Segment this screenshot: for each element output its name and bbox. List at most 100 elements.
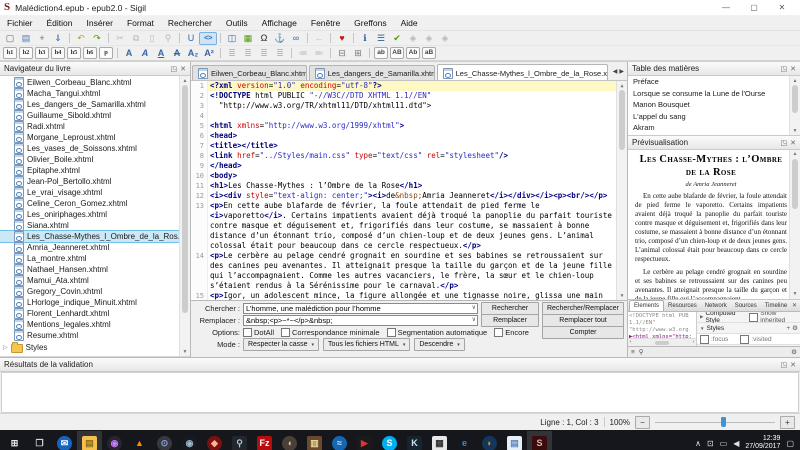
scrollbar-thumb[interactable] xyxy=(792,159,798,209)
combo-dropdown-icon[interactable]: ∨ xyxy=(472,304,476,311)
file-list-scrollbar[interactable]: ▲ ▼ xyxy=(179,76,190,356)
book-file-item[interactable]: Les_Chasse-Mythes_l_Ombre_de_la_Ros... xyxy=(0,231,190,242)
heading-6-button[interactable]: h6 xyxy=(83,47,97,59)
plugin-icon[interactable]: ◈ xyxy=(437,32,453,45)
toolbar-icon[interactable] xyxy=(220,48,221,58)
toolbar-icon[interactable] xyxy=(69,33,70,43)
inspector-close-icon[interactable]: ✕ xyxy=(792,302,800,309)
styles-section[interactable]: ▼ Styles + ⚙ xyxy=(697,323,800,334)
heading-2-button[interactable]: h2 xyxy=(19,47,33,59)
speaker-icon[interactable]: ◀ xyxy=(733,439,739,448)
bold-icon[interactable]: A xyxy=(121,47,137,60)
save-icon[interactable]: ⇓ xyxy=(50,32,66,45)
book-file-item[interactable]: Macha_Tangui.xhtml xyxy=(0,88,190,99)
menu-item[interactable]: Aide xyxy=(394,18,425,28)
book-file-item[interactable]: Mamui_Ata.xhtml xyxy=(0,275,190,286)
skype-icon[interactable]: S xyxy=(377,431,402,450)
toc-entry[interactable]: Manon Bousquet xyxy=(628,99,800,111)
book-file-item[interactable]: Florent_Lenhardt.xhtml xyxy=(0,308,190,319)
inspector-hscrollbar[interactable]: ‹ › xyxy=(628,338,696,346)
replace-input[interactable] xyxy=(243,315,478,326)
menu-item[interactable]: Format xyxy=(120,18,161,28)
start-button[interactable]: ⊞ xyxy=(2,431,27,450)
kindle-icon[interactable]: K xyxy=(402,431,427,450)
editor-scrollbar[interactable]: ▲ ▼ xyxy=(616,81,627,300)
find-input[interactable] xyxy=(243,303,478,314)
styles-gear-icon[interactable]: ⚙ xyxy=(792,324,798,332)
menu-item[interactable]: Rechercher xyxy=(161,18,219,28)
tree-expand-icon[interactable]: ▷ xyxy=(3,344,8,351)
editor-tab[interactable]: Les_Chasse-Mythes_l_Ombre_de_la_Rose.xht… xyxy=(437,64,608,80)
book-file-item[interactable]: Olivier_Boile.xhtml xyxy=(0,154,190,165)
scroll-right-icon[interactable]: › xyxy=(692,339,695,346)
bullet-list-icon[interactable]: ≔ xyxy=(295,47,311,60)
toolbar-icon[interactable] xyxy=(330,48,331,58)
book-view-icon[interactable]: U xyxy=(183,32,199,45)
toc-entry[interactable]: Préface xyxy=(628,76,800,88)
scrollbar-thumb[interactable] xyxy=(619,90,625,150)
donate-icon[interactable]: ♥ xyxy=(334,32,350,45)
align-left-icon[interactable]: ≣ xyxy=(224,47,240,60)
toolbar-icon[interactable] xyxy=(330,33,331,43)
scroll-up-icon[interactable]: ▲ xyxy=(793,76,798,85)
checkbox[interactable] xyxy=(387,328,396,337)
scrollbar-thumb[interactable] xyxy=(182,85,188,313)
book-file-item[interactable]: Guillaume_Sibold.xhtml xyxy=(0,110,190,121)
book-file-item[interactable]: Les_oniriphages.xhtml xyxy=(0,209,190,220)
book-file-item[interactable]: Amria_Jeanneret.xhtml xyxy=(0,242,190,253)
notification-center-icon[interactable]: ▢ xyxy=(786,439,794,448)
styles-folder-row[interactable]: ▷ Styles xyxy=(0,341,190,353)
toolbar-icon[interactable] xyxy=(108,33,109,43)
zoom-slider-thumb[interactable] xyxy=(721,417,726,427)
app-blue-icon[interactable]: ≈ xyxy=(327,431,352,450)
mode-dropdown[interactable]: Respecter la casse ▾ xyxy=(243,338,319,351)
code-editor[interactable]: 1 <?xml version="1.0" encoding="utf-8"?>… xyxy=(191,81,627,300)
scroll-up-icon[interactable]: ▲ xyxy=(793,150,798,159)
toc-editor-icon[interactable]: ☰ xyxy=(373,32,389,45)
spellcheck-icon[interactable]: ✔ xyxy=(389,32,405,45)
checkbox[interactable] xyxy=(281,328,290,337)
capitalize-icon[interactable]: aB xyxy=(422,47,436,59)
calculator-icon[interactable]: ▦ xyxy=(427,431,452,450)
toolbar-icon[interactable] xyxy=(117,48,118,58)
tray-chevron-icon[interactable]: ∧ xyxy=(695,439,701,448)
scrollbar-thumb[interactable] xyxy=(655,341,669,345)
checkbox[interactable] xyxy=(749,313,758,322)
tab-scroll-right-icon[interactable]: ▶ xyxy=(619,68,624,75)
editor-tab[interactable]: Eilwen_Corbeau_Blanc.xhtml ✕ xyxy=(192,65,307,80)
inspector-settings-icon[interactable]: ⚙ xyxy=(791,348,797,356)
toolbar-icon[interactable] xyxy=(369,48,370,58)
book-file-item[interactable]: Nathael_Hansen.xhtml xyxy=(0,264,190,275)
add-style-icon[interactable]: + xyxy=(786,325,790,332)
toolbar-icon[interactable] xyxy=(179,33,180,43)
panel-float-icon[interactable]: ◳ xyxy=(781,361,788,369)
book-file-item[interactable]: Epitaphe.xhtml xyxy=(0,165,190,176)
count-button[interactable]: Compter xyxy=(542,326,624,339)
add-file-icon[interactable]: + xyxy=(34,32,50,45)
heading-5-button[interactable]: h5 xyxy=(67,47,81,59)
menu-item[interactable]: Édition xyxy=(40,18,80,28)
panel-close-icon[interactable]: ✕ xyxy=(180,65,186,73)
task-view-icon[interactable]: ❐ xyxy=(27,431,52,450)
insert-image-icon[interactable]: ▦ xyxy=(240,32,256,45)
find-icon[interactable]: ⚲ xyxy=(160,32,176,45)
zoom-out-button[interactable]: − xyxy=(635,416,650,429)
plugin-icon[interactable]: ◈ xyxy=(405,32,421,45)
inspector-tab[interactable]: Network xyxy=(701,301,731,311)
copy-icon[interactable]: ⧉ xyxy=(128,32,144,45)
paragraph-button[interactable]: p xyxy=(99,47,113,59)
sigil-taskbar-icon[interactable]: S xyxy=(527,431,552,450)
game-icon[interactable]: ◆ xyxy=(202,431,227,450)
toolbar-icon[interactable] xyxy=(220,33,221,43)
discord-icon[interactable]: ⊙ xyxy=(152,431,177,450)
special-character-icon[interactable]: Ω xyxy=(256,32,272,45)
checkbox[interactable] xyxy=(243,328,252,337)
panel-float-icon[interactable]: ◳ xyxy=(781,65,788,73)
insert-id-icon[interactable]: ⚓ xyxy=(272,32,288,45)
align-justify-icon[interactable]: ≣ xyxy=(272,47,288,60)
scroll-up-icon[interactable]: ▲ xyxy=(183,76,188,85)
scroll-down-icon[interactable]: ▼ xyxy=(620,291,623,300)
book-file-item[interactable]: Celine_Ceron_Gomez.xhtml xyxy=(0,198,190,209)
numbered-list-icon[interactable]: ≕ xyxy=(311,47,327,60)
panel-close-icon[interactable]: ✕ xyxy=(790,361,796,369)
